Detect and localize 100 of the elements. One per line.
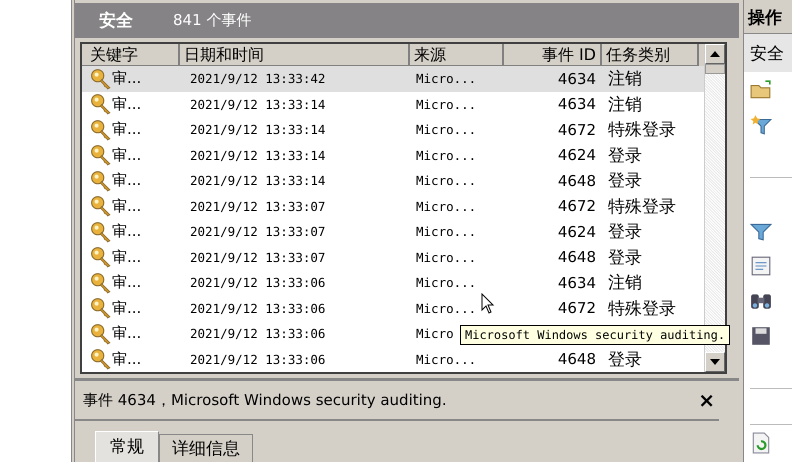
- properties-icon[interactable]: [750, 254, 772, 276]
- keyword-cell: 审...: [112, 69, 142, 88]
- keyword-cell: 审...: [112, 248, 142, 267]
- datetime-cell-text: 2021/9/12 13:33:14: [189, 96, 326, 112]
- key-icon: [90, 220, 112, 243]
- keyword-cell: 审...: [112, 350, 142, 369]
- datetime-cell-text: 2021/9/12 13:33:14: [189, 122, 326, 138]
- keyword-cell: 审...: [112, 222, 142, 242]
- keyword-cell: 审...: [112, 273, 142, 292]
- key-icon: [90, 272, 112, 294]
- event-row[interactable]: 审... 2021/9/12 13:33:06 Micro... 4634 注销: [82, 270, 704, 296]
- keyword-cell: 审...: [112, 298, 142, 318]
- scroll-thumb[interactable]: [705, 64, 725, 74]
- details-tab[interactable]: 详细信息: [159, 434, 253, 462]
- source-cell: Micro...: [416, 173, 476, 188]
- event-id-cell: 4624: [558, 222, 596, 241]
- keyword-cell: 审...: [112, 146, 142, 165]
- event-id-cell: 4672: [558, 197, 596, 216]
- datetime-cell-text: 2021/9/12 13:33:06: [189, 326, 326, 342]
- log-title: 安全: [99, 10, 133, 32]
- event-row[interactable]: 审... 2021/9/12 13:33:07 Micro... 4672 特殊登录: [82, 194, 704, 219]
- event-id-cell: 4672: [558, 120, 596, 139]
- task-category-cell-text: 登录: [608, 144, 642, 167]
- close-button[interactable]: ×: [694, 388, 719, 412]
- event-id-cell: 4634: [558, 274, 596, 292]
- task-category-cell-text: 登录: [608, 348, 642, 371]
- datetime-cell-text: 2021/9/12 13:33:07: [189, 224, 326, 240]
- folder-icon[interactable]: [750, 78, 772, 100]
- key-icon: [90, 144, 112, 166]
- keyword-cell: 审...: [112, 324, 142, 344]
- event-id-cell: 4648: [558, 248, 596, 266]
- task-category-cell-text: 登录: [608, 246, 642, 269]
- key-icon: [90, 246, 112, 268]
- key-icon: [90, 93, 112, 116]
- datetime-cell-text: 2021/9/12 13:33:07: [189, 198, 326, 214]
- source-cell: Micro: [416, 326, 454, 342]
- key-icon: [90, 68, 112, 90]
- source-cell: Micro...: [416, 352, 476, 367]
- filter-icon[interactable]: [750, 114, 772, 136]
- source-cell: Micro...: [416, 275, 476, 290]
- key-icon: [90, 348, 112, 370]
- event-row[interactable]: 审... 2021/9/12 13:33:14 Micro... 4634 注销: [82, 92, 704, 117]
- event-row[interactable]: 审... 2021/9/12 13:33:06 Micro... 4648 登录: [82, 346, 704, 372]
- scroll-up-button[interactable]: [705, 44, 725, 64]
- key-icon: [90, 195, 112, 218]
- keyword-cell: 审...: [112, 120, 142, 140]
- event-id-cell: 4648: [558, 350, 596, 368]
- up-arrow-icon: [710, 51, 720, 57]
- source-cell: Micro...: [416, 250, 476, 265]
- task-category-cell-text: 登录: [608, 221, 642, 244]
- scroll-down-button[interactable]: [705, 352, 725, 372]
- down-arrow-icon: [710, 359, 720, 365]
- key-icon: [90, 322, 112, 345]
- source-cell: Micro...: [416, 96, 476, 112]
- details-tab[interactable]: 常规: [95, 431, 159, 462]
- datetime-cell-text: 2021/9/12 13:33:06: [189, 275, 326, 290]
- source-cell: Micro...: [416, 198, 476, 214]
- task-category-cell-text: 特殊登录: [608, 298, 676, 320]
- event-id-cell: 4634: [558, 70, 596, 88]
- tooltip: Microsoft Windows security auditing.: [460, 325, 730, 345]
- datetime-cell-text: 2021/9/12 13:33:14: [189, 148, 326, 163]
- datetime-cell-text: 2021/9/12 13:33:14: [189, 173, 326, 188]
- event-id-cell: 4672: [558, 299, 596, 318]
- actions-header: 操作: [744, 0, 792, 34]
- task-category-cell-text: 登录: [608, 170, 642, 192]
- key-icon: [90, 297, 112, 320]
- key-icon: [90, 170, 112, 192]
- actions-section[interactable]: 安全: [744, 34, 792, 72]
- source-cell: Micro...: [416, 71, 476, 86]
- datetime-cell-text: 2021/9/12 13:33:07: [189, 250, 326, 265]
- source-cell: Micro...: [416, 122, 476, 138]
- keyword-cell: 审...: [112, 94, 142, 114]
- keyword-cell: 审...: [112, 171, 142, 190]
- event-id-cell: 4648: [558, 172, 596, 190]
- mouse-pointer-icon: [481, 293, 495, 315]
- source-cell: Micro...: [416, 148, 476, 163]
- task-category-cell-text: 特殊登录: [608, 196, 676, 218]
- event-row[interactable]: 审... 2021/9/12 13:33:07 Micro... 4624 登录: [82, 219, 704, 244]
- event-id-cell: 4624: [558, 146, 596, 164]
- task-category-cell-text: 注销: [608, 68, 642, 90]
- task-category-cell-text: 特殊登录: [608, 119, 676, 142]
- event-id-cell: 4634: [558, 95, 596, 114]
- event-row[interactable]: 审... 2021/9/12 13:33:14 Micro... 4672 特殊登录: [82, 117, 704, 142]
- task-category-cell-text: 注销: [608, 94, 642, 116]
- keyword-cell: 审...: [112, 196, 142, 216]
- datetime-cell-text: 2021/9/12 13:33:06: [189, 300, 326, 316]
- event-count: 841 个事件: [173, 11, 252, 30]
- details-title: 事件 4634，Microsoft Windows security auditing.: [83, 390, 448, 410]
- event-row[interactable]: 审... 2021/9/12 13:33:07 Micro... 4648 登录: [82, 244, 704, 270]
- source-cell: Micro...: [416, 300, 476, 316]
- task-category-cell-text: 注销: [608, 272, 642, 294]
- source-cell: Micro...: [416, 224, 476, 240]
- event-row[interactable]: 审... 2021/9/12 13:33:42 Micro... 4634 注销: [82, 66, 704, 92]
- key-icon: [90, 118, 112, 141]
- datetime-cell-text: 2021/9/12 13:33:42: [189, 71, 326, 86]
- event-row[interactable]: 审... 2021/9/12 13:33:14 Micro... 4624 登录: [82, 142, 704, 168]
- event-row[interactable]: 审... 2021/9/12 13:33:14 Micro... 4648 登录: [82, 168, 704, 194]
- datetime-cell-text: 2021/9/12 13:33:06: [189, 352, 326, 367]
- refresh-icon[interactable]: [750, 432, 772, 454]
- event-row[interactable]: 审... 2021/9/12 13:33:06 Micro... 4672 特殊登录: [82, 296, 704, 321]
